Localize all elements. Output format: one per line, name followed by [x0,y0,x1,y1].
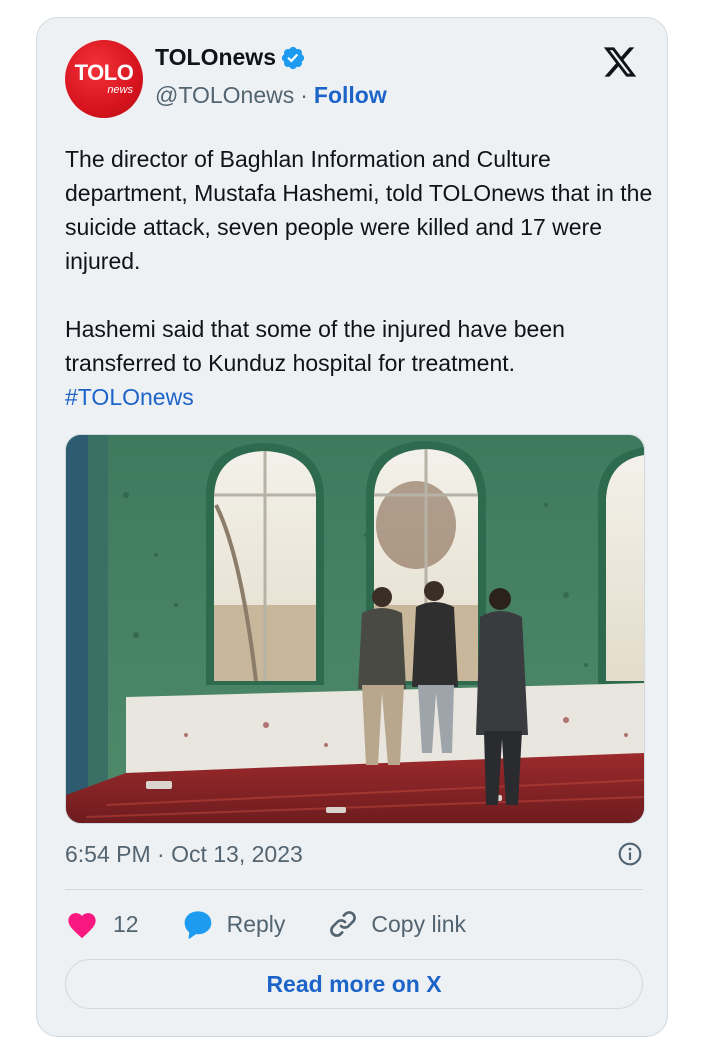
avatar-logo-subtext: news [107,84,133,96]
embedded-tweet-card: TOLO news TOLOnews @TOLOnews · Follow Th… [36,17,668,1037]
author-avatar[interactable]: TOLO news [65,40,143,118]
x-logo-icon[interactable] [601,44,639,80]
follow-button[interactable]: Follow [314,82,387,109]
timestamp-row: 6:54 PM · Oct 13, 2023 [65,836,643,872]
reply-label: Reply [226,910,286,937]
read-more-button[interactable]: Read more on X [65,959,643,1009]
author-display-name[interactable]: TOLOnews [155,44,276,71]
author-handle[interactable]: @TOLOnews [155,82,294,109]
reply-bubble-icon [184,911,211,939]
copy-link-button[interactable]: Copy link [327,908,466,940]
info-icon[interactable] [617,841,643,867]
tweet-paragraph-text: Hashemi said that some of the injured ha… [65,316,565,376]
like-count: 12 [113,910,139,937]
photo-mosque-interior [66,435,644,823]
hashtag-link[interactable]: #TOLOnews [65,380,655,414]
tweet-paragraph: The director of Baghlan Information and … [65,146,653,274]
tweet-text: The director of Baghlan Information and … [65,142,655,414]
tweet-timestamp[interactable]: 6:54 PM · Oct 13, 2023 [65,841,303,868]
tweet-paragraph: Hashemi said that some of the injured ha… [65,312,655,414]
action-bar: 12 Reply Copy link [65,902,466,946]
author-name-row: TOLOnews [155,44,306,71]
tweet-photo[interactable] [65,434,645,824]
copy-link-label: Copy link [371,910,467,937]
handle-separator: · [300,82,308,108]
link-icon [330,911,357,937]
author-handle-row: @TOLOnews · Follow [155,82,387,109]
avatar-logo-text: TOLO [74,60,134,85]
verified-badge-icon [281,46,305,69]
divider [65,889,643,890]
like-button[interactable]: 12 [65,909,139,939]
heart-icon [68,913,96,939]
reply-button[interactable]: Reply [181,908,286,940]
